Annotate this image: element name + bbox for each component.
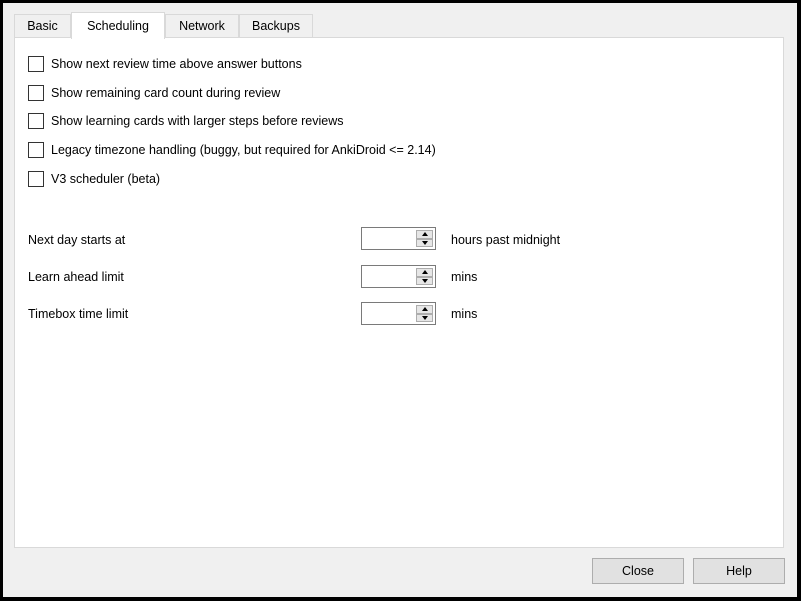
tab-backups-label: Backups (252, 19, 300, 33)
tab-scheduling[interactable]: Scheduling (71, 12, 165, 39)
help-button-label: Help (726, 564, 752, 578)
option-label: Show learning cards with larger steps be… (51, 114, 344, 128)
option-v3-scheduler[interactable]: V3 scheduler (beta) (28, 170, 160, 188)
tab-backups[interactable]: Backups (239, 14, 313, 37)
next-day-starts-spinbox[interactable] (361, 227, 436, 250)
arrow-up-icon (421, 232, 428, 237)
timebox-limit-label: Timebox time limit (28, 307, 129, 321)
tab-network-label: Network (179, 19, 225, 33)
tab-network[interactable]: Network (165, 14, 239, 37)
option-label: Show remaining card count during review (51, 86, 281, 100)
checkbox[interactable] (28, 113, 44, 129)
tab-basic[interactable]: Basic (14, 14, 71, 37)
learn-ahead-label: Learn ahead limit (28, 270, 124, 284)
checkbox[interactable] (28, 56, 44, 72)
scheduling-panel: Show next review time above answer butto… (14, 37, 784, 548)
spin-up-button[interactable] (416, 230, 433, 239)
option-label: V3 scheduler (beta) (51, 172, 161, 186)
spin-down-button[interactable] (416, 313, 433, 322)
timebox-limit-spinbox[interactable] (361, 302, 436, 325)
checkbox[interactable] (28, 171, 44, 187)
option-label: Legacy timezone handling (buggy, but req… (51, 143, 436, 157)
help-button[interactable]: Help (693, 558, 785, 584)
close-button-label: Close (622, 564, 654, 578)
checkbox[interactable] (28, 142, 44, 158)
next-day-starts-unit: hours past midnight (451, 233, 561, 247)
arrow-up-icon (421, 270, 428, 275)
spin-up-button[interactable] (416, 268, 433, 277)
option-show-next-review-time[interactable]: Show next review time above answer butto… (28, 55, 302, 73)
learn-ahead-unit: mins (451, 270, 478, 284)
spin-down-button[interactable] (416, 276, 433, 285)
tab-basic-label: Basic (27, 19, 58, 33)
timebox-limit-unit: mins (451, 307, 478, 321)
arrow-down-icon (421, 240, 428, 245)
preferences-window: Basic Scheduling Network Backups Show ne… (3, 3, 797, 597)
spin-up-button[interactable] (416, 305, 433, 314)
option-show-remaining-count[interactable]: Show remaining card count during review (28, 84, 280, 102)
checkbox[interactable] (28, 85, 44, 101)
close-button[interactable]: Close (592, 558, 684, 584)
arrow-down-icon (421, 315, 428, 320)
arrow-up-icon (421, 307, 428, 312)
spin-down-button[interactable] (416, 238, 433, 247)
tab-scheduling-label: Scheduling (87, 19, 149, 33)
option-show-learning-cards[interactable]: Show learning cards with larger steps be… (28, 112, 344, 130)
option-legacy-timezone[interactable]: Legacy timezone handling (buggy, but req… (28, 141, 436, 159)
learn-ahead-spinbox[interactable] (361, 265, 436, 288)
option-label: Show next review time above answer butto… (51, 57, 302, 71)
arrow-down-icon (421, 278, 428, 283)
next-day-starts-label: Next day starts at (28, 233, 126, 247)
